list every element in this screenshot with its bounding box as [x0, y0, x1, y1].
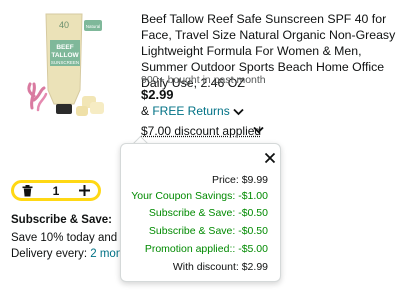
with-discount-line: With discount: $2.99: [173, 261, 268, 273]
delivery-prefix: Delivery every:: [11, 248, 91, 260]
with-discount-label: With discount:: [172, 261, 239, 273]
promotion-value: -$5.00: [238, 243, 268, 255]
coupon-savings-label: Your Coupon Savings:: [131, 190, 236, 202]
subscribe-save-description: Save 10% today and on: [11, 232, 134, 244]
discount-breakdown-popover: Price: $9.99 Your Coupon Savings: -$1.00…: [120, 143, 281, 282]
subscribe-save-line-label: Subscribe & Save:: [148, 207, 236, 219]
product-price: $2.99: [141, 87, 174, 102]
chevron-down-icon[interactable]: [253, 126, 264, 134]
coral-decoration: [27, 82, 48, 112]
subscribe-save-line-value: -$0.50: [238, 225, 268, 237]
price-value: $9.99: [241, 174, 268, 186]
coupon-savings-value: -$1.00: [238, 190, 268, 202]
quantity-stepper[interactable]: 1: [11, 180, 101, 201]
promotion-label: Promotion applied::: [144, 243, 236, 255]
discount-applied-link[interactable]: $7.00 discount applied: [141, 124, 261, 138]
plus-icon[interactable]: [79, 185, 90, 196]
subscribe-save-line: Subscribe & Save: -$0.50: [149, 207, 268, 219]
tube-line1: BEEF: [56, 44, 73, 51]
with-discount-value: $2.99: [241, 261, 268, 273]
free-returns-link[interactable]: FREE Returns: [152, 104, 229, 118]
subscribe-save-line-value: -$0.50: [238, 207, 268, 219]
tube-line3: SUNSCREEN: [51, 60, 79, 65]
returns-info: & FREE Returns: [141, 104, 244, 118]
subscribe-save-label: Subscribe & Save:: [11, 214, 112, 226]
tallow-chunks: [76, 96, 104, 116]
returns-prefix: &: [141, 104, 153, 118]
price-label: Price:: [211, 174, 239, 186]
natural-badge-text: Natural: [86, 24, 101, 29]
subscribe-save-line: Subscribe & Save: -$0.50: [149, 225, 268, 237]
subscribe-save-line-label: Subscribe & Save:: [148, 225, 236, 237]
promotion-line: Promotion applied:: -$5.00: [145, 243, 268, 255]
trash-icon[interactable]: [22, 184, 33, 197]
product-image[interactable]: 40 BEEF TALLOW SUNSCREEN Natural: [26, 10, 108, 118]
chevron-down-icon[interactable]: [233, 108, 244, 116]
close-icon[interactable]: [264, 152, 276, 164]
quantity-value: 1: [52, 183, 60, 198]
coupon-savings-line: Your Coupon Savings: -$1.00: [131, 190, 268, 202]
spf-number: 40: [59, 20, 69, 30]
tube-line2: TALLOW: [51, 52, 79, 59]
delivery-frequency: Delivery every: 2 month: [11, 248, 132, 260]
price-line: Price: $9.99: [212, 174, 268, 186]
bought-count: 900+ bought in past month: [141, 74, 266, 86]
